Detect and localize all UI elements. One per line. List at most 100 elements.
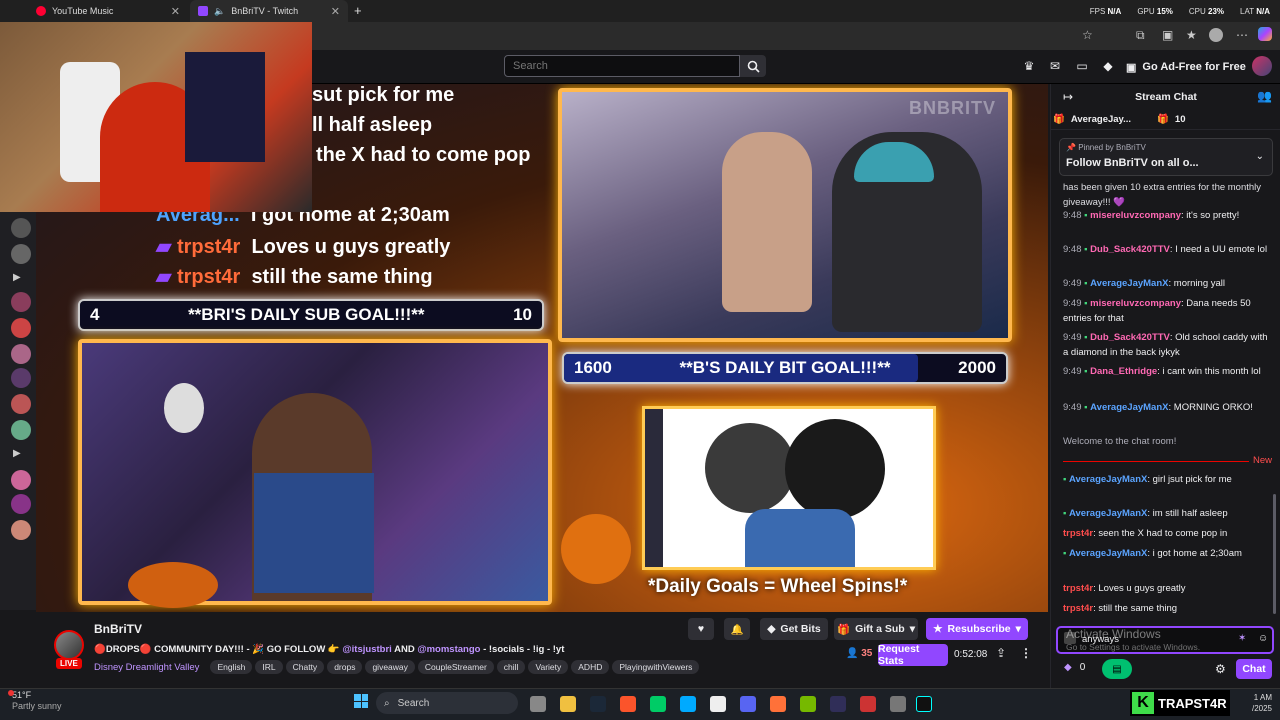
close-icon[interactable]: ✕ bbox=[331, 5, 340, 18]
copilot-icon[interactable] bbox=[1258, 27, 1272, 41]
chat-username[interactable]: Dub_Sack420TTV bbox=[1090, 244, 1170, 255]
channel-avatar[interactable] bbox=[11, 318, 31, 338]
nvidia-icon[interactable] bbox=[800, 696, 816, 712]
mention-link[interactable]: @momstango bbox=[417, 644, 480, 655]
app-icon[interactable] bbox=[860, 696, 876, 712]
channel-avatar[interactable] bbox=[11, 420, 31, 440]
chest-claim-button[interactable]: ▤ bbox=[1102, 659, 1132, 679]
chat-username[interactable]: Dub_Sack420TTV bbox=[1090, 332, 1170, 343]
extensions-icon[interactable]: ⧉ bbox=[1136, 28, 1145, 43]
more-menu-icon[interactable]: ⋯ bbox=[1236, 28, 1248, 42]
chat-username[interactable]: Dana_Ethridge bbox=[1090, 366, 1157, 377]
tag[interactable]: Variety bbox=[528, 660, 569, 674]
pinned-by-line: 📌 Pinned by BnBriTV bbox=[1066, 143, 1146, 152]
chat-username[interactable]: trpst4r bbox=[1063, 528, 1093, 539]
get-bits-button[interactable]: ◆ Get Bits bbox=[760, 618, 828, 640]
channel-avatar[interactable] bbox=[11, 494, 31, 514]
chat-username[interactable]: AverageJayManX bbox=[1090, 402, 1168, 413]
search-button[interactable] bbox=[740, 55, 766, 77]
pinned-message[interactable]: 📌 Pinned by BnBriTV Follow BnBriTV on al… bbox=[1059, 138, 1273, 176]
edge-icon[interactable] bbox=[680, 696, 696, 712]
go-ad-free-button[interactable]: ▣ Go Ad-Free for Free bbox=[1126, 57, 1246, 77]
clock[interactable]: 1 AM /2025 bbox=[1234, 692, 1272, 714]
tag[interactable]: Chatty bbox=[285, 660, 325, 674]
chat-send-button[interactable]: Chat bbox=[1236, 659, 1272, 679]
search-input[interactable] bbox=[504, 55, 740, 77]
tag[interactable]: PlayingwithViewers bbox=[612, 660, 700, 674]
favorites-icon[interactable]: ★ bbox=[1186, 28, 1197, 42]
app-icon[interactable] bbox=[890, 696, 906, 712]
channel-avatar[interactable] bbox=[54, 630, 84, 660]
chat-username[interactable]: trpst4r bbox=[1063, 603, 1093, 614]
chat-username[interactable]: AverageJayManX bbox=[1069, 548, 1147, 559]
new-tab-icon[interactable]: + bbox=[354, 3, 362, 18]
go-ad-free-label: Go Ad-Free for Free bbox=[1142, 61, 1246, 73]
lat-label: LAT bbox=[1240, 6, 1254, 16]
tab-twitch[interactable]: 🔈 BnBriTV - Twitch ✕ bbox=[190, 0, 348, 22]
start-button[interactable] bbox=[354, 694, 368, 708]
chat-username[interactable]: AverageJayManX bbox=[1090, 278, 1168, 289]
whispers-icon[interactable]: ▭ bbox=[1074, 58, 1090, 74]
gift-leaderboard[interactable]: 🎁 AverageJay... 🎁 10 bbox=[1051, 110, 1280, 130]
channel-avatar[interactable] bbox=[11, 368, 31, 388]
brave-icon[interactable] bbox=[620, 696, 636, 712]
tag[interactable]: English bbox=[210, 660, 253, 674]
chat-input[interactable]: anyways Activate Windows Go to Settings … bbox=[1056, 626, 1274, 654]
discord-icon[interactable] bbox=[740, 696, 756, 712]
community-icon[interactable]: 👥 bbox=[1257, 89, 1272, 103]
app-icon[interactable] bbox=[710, 696, 726, 712]
gift-sub-button[interactable]: 🎁 Gift a Sub ▾ bbox=[834, 618, 918, 640]
resubscribe-button[interactable]: ★ Resubscribe ▾ bbox=[926, 618, 1028, 640]
share-icon[interactable]: ⇪ bbox=[996, 646, 1006, 660]
weather-widget[interactable]: 51°F Partly sunny bbox=[12, 690, 62, 712]
chat-settings-icon[interactable]: ⚙ bbox=[1215, 662, 1226, 676]
tab-youtube-music[interactable]: YouTube Music ✕ bbox=[28, 0, 188, 22]
chat-username[interactable]: trpst4r bbox=[1063, 583, 1093, 594]
inbox-icon[interactable]: ✉ bbox=[1047, 58, 1063, 74]
taskbar-search[interactable]: ⌕ Search bbox=[376, 692, 518, 714]
more-options-icon[interactable]: ⋮ bbox=[1020, 646, 1032, 660]
channel-avatar[interactable] bbox=[11, 520, 31, 540]
crown-icon[interactable]: ♛ bbox=[1021, 58, 1037, 74]
steam-icon[interactable] bbox=[590, 696, 606, 712]
channel-avatar[interactable] bbox=[11, 218, 31, 238]
chevron-down-icon[interactable]: ⌄ bbox=[1256, 151, 1264, 162]
channel-points[interactable]: ◆ 0 bbox=[1064, 662, 1085, 673]
channel-avatar[interactable] bbox=[11, 292, 31, 312]
bits-emote-icon[interactable]: ✶ bbox=[1238, 633, 1246, 644]
channel-name[interactable]: BnBriTV bbox=[94, 622, 142, 636]
channel-avatar[interactable] bbox=[11, 344, 31, 364]
task-view-icon[interactable] bbox=[530, 696, 546, 712]
game-category-link[interactable]: Disney Dreamlight Valley bbox=[94, 662, 199, 673]
tag[interactable]: ADHD bbox=[571, 660, 610, 674]
chat-username[interactable]: misereluvzcompany bbox=[1090, 298, 1181, 309]
file-explorer-icon[interactable] bbox=[560, 696, 576, 712]
user-avatar[interactable] bbox=[1252, 56, 1272, 76]
channel-avatar[interactable] bbox=[11, 470, 31, 490]
chat-username[interactable]: AverageJayManX bbox=[1069, 474, 1147, 485]
chat-username[interactable]: misereluvzcompany bbox=[1090, 210, 1181, 221]
follow-heart-button[interactable]: ♥ bbox=[688, 618, 714, 640]
request-stats-button[interactable]: Request Stats bbox=[878, 643, 948, 667]
split-screen-icon[interactable]: ▣ bbox=[1162, 28, 1173, 42]
chat-scrollbar[interactable] bbox=[1273, 494, 1276, 614]
close-icon[interactable]: ✕ bbox=[171, 5, 180, 18]
tag[interactable]: drops bbox=[327, 660, 363, 674]
obs-icon[interactable] bbox=[830, 696, 846, 712]
channel-avatar[interactable] bbox=[11, 394, 31, 414]
profile-avatar[interactable] bbox=[1209, 28, 1223, 42]
tiktok-icon[interactable] bbox=[916, 696, 932, 712]
firefox-icon[interactable] bbox=[770, 696, 786, 712]
star-icon[interactable]: ☆ bbox=[1082, 28, 1093, 42]
emote-picker-icon[interactable]: ☺ bbox=[1258, 633, 1268, 644]
mention-link[interactable]: @itsjustbri bbox=[342, 644, 391, 655]
channel-avatar[interactable] bbox=[11, 244, 31, 264]
tag[interactable]: CoupleStreamer bbox=[417, 660, 494, 674]
chat-username[interactable]: AverageJayManX bbox=[1069, 508, 1147, 519]
bits-icon[interactable]: ◆ bbox=[1100, 58, 1116, 74]
notifications-button[interactable]: 🔔 bbox=[724, 618, 750, 640]
tag[interactable]: chill bbox=[496, 660, 526, 674]
tag[interactable]: giveaway bbox=[365, 660, 415, 674]
app-icon[interactable] bbox=[650, 696, 666, 712]
tag[interactable]: IRL bbox=[255, 660, 283, 674]
